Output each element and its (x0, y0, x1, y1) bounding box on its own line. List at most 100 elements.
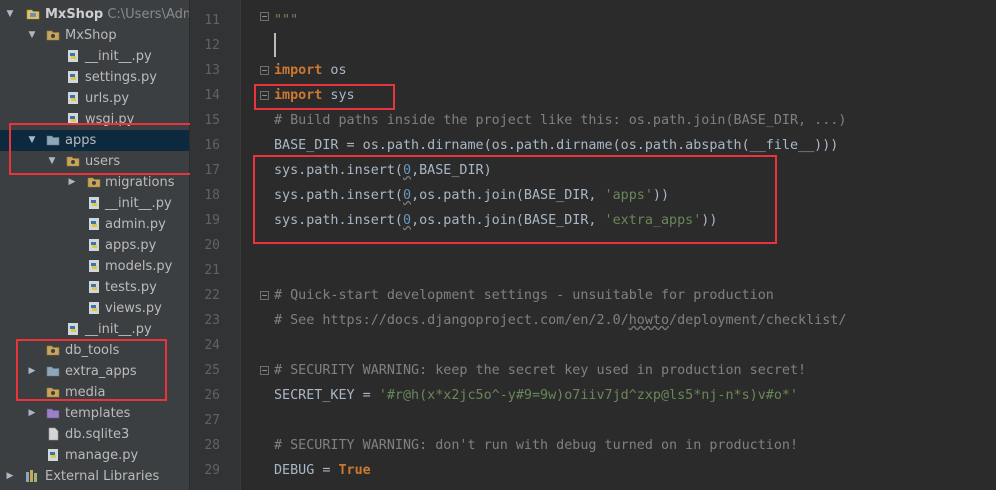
fold-marker-icon[interactable] (260, 291, 269, 300)
python-file-icon (89, 197, 99, 209)
tree-label: urls.py (85, 91, 130, 106)
line-number: 27 (204, 413, 220, 428)
tree-item-apps-py[interactable]: apps.py (0, 235, 189, 256)
collapse-arrow-icon[interactable]: ▶ (66, 172, 78, 193)
code-line-11: """ (274, 8, 298, 33)
code-line-22: # Quick-start development settings - uns… (274, 288, 774, 303)
tree-item-tests-py[interactable]: tests.py (0, 277, 189, 298)
tree-item-settings-py[interactable]: settings.py (0, 67, 189, 88)
collapse-arrow-icon[interactable]: ▶ (4, 466, 16, 487)
fold-marker-icon[interactable] (260, 66, 269, 75)
project-name: MxShop (45, 7, 104, 22)
tree-label: models.py (105, 259, 173, 274)
code-line-13: import os (274, 58, 347, 83)
line-number: 29 (204, 463, 220, 478)
line-number: 25 (204, 363, 220, 378)
tree-label: apps.py (105, 238, 157, 253)
python-file-icon (48, 449, 58, 461)
library-icon (26, 470, 37, 482)
tree-label: __init__.py (85, 49, 152, 64)
tree-item-views-py[interactable]: views.py (0, 298, 189, 319)
python-file-icon (89, 302, 99, 314)
tree-item-init-py[interactable]: __init__.py (0, 46, 189, 67)
line-number: 23 (204, 313, 220, 328)
tree-item-db-sqlite3[interactable]: db.sqlite3 (0, 424, 189, 445)
keyword: True (338, 463, 371, 478)
highlight-box-import-sys (254, 84, 395, 110)
line-number: 21 (204, 263, 220, 278)
line-number: 26 (204, 388, 220, 403)
expand-arrow-icon[interactable]: ▼ (26, 25, 38, 46)
tree-item-models-py[interactable]: models.py (0, 256, 189, 277)
tree-label: __init__.py (85, 322, 152, 337)
tree-label: External Libraries (45, 469, 160, 484)
file-icon (48, 427, 59, 441)
line-number: 18 (204, 188, 220, 203)
line-number-gutter: 11 12 13 14 15 16 17 18 19 20 21 22 23 2… (190, 0, 241, 490)
tree-label: templates (65, 406, 131, 421)
python-file-icon (68, 71, 78, 83)
line-number: 20 (204, 238, 220, 253)
tree-label: __init__.py (105, 196, 172, 211)
tree-item-templates[interactable]: ▶ templates (0, 403, 189, 424)
tree-item-urls-py[interactable]: urls.py (0, 88, 189, 109)
tree-item-mxshop[interactable]: ▼ MxShop (0, 25, 189, 46)
templates-folder-icon (46, 408, 60, 419)
fold-marker-icon[interactable] (260, 12, 269, 21)
comment-text: # See https://docs.djangoproject.com/en/… (274, 313, 629, 328)
expand-arrow-icon[interactable]: ▼ (4, 4, 16, 25)
highlight-box-sys-path (253, 155, 777, 244)
tree-label: views.py (105, 301, 162, 316)
folder-icon (26, 9, 40, 20)
python-file-icon (89, 239, 99, 251)
tree-item-manage-py[interactable]: manage.py (0, 445, 189, 466)
tree-label: manage.py (65, 448, 139, 463)
line-number: 24 (204, 338, 220, 353)
code-line-26: SECRET_KEY = '#r@h(x*x2jc5o^-y#9=9w)o7ii… (274, 383, 798, 408)
line-number: 12 (204, 38, 220, 53)
tree-item-init-py[interactable]: __init__.py (0, 319, 189, 340)
python-file-icon (89, 281, 99, 293)
text-cursor (274, 33, 276, 57)
tree-item-project-root[interactable]: ▼ MxShop C:\Users\Admi (0, 4, 189, 25)
tree-label: settings.py (85, 70, 157, 85)
tree-item-migrations[interactable]: ▶ migrations (0, 172, 189, 193)
code-line-15: # Build paths inside the project like th… (274, 113, 847, 128)
code-line-28: # SECURITY WARNING: don't run with debug… (274, 438, 799, 453)
keyword: import (274, 63, 323, 78)
tree-item-admin-py[interactable]: admin.py (0, 214, 189, 235)
code-editor[interactable]: """ import os import sys # Build paths i… (241, 0, 996, 490)
module-name: os (322, 63, 347, 78)
code-line-23: # See https://docs.djangoproject.com/en/… (274, 308, 846, 333)
project-tree-panel: ▼ MxShop C:\Users\Admi ▼ MxShop __init__… (0, 0, 190, 490)
tree-item-external-libraries[interactable]: ▶ External Libraries (0, 466, 189, 487)
package-folder-icon (87, 177, 101, 188)
tree-label: migrations (105, 175, 175, 190)
code-line-25: # SECURITY WARNING: keep the secret key … (274, 363, 807, 378)
line-number: 14 (204, 88, 220, 103)
comment-text: howto (628, 313, 670, 328)
line-number: 17 (204, 163, 220, 178)
tree-label: MxShop (65, 28, 117, 43)
python-file-icon (68, 323, 78, 335)
tree-label: tests.py (105, 280, 157, 295)
line-number: 22 (204, 288, 220, 303)
python-file-icon (89, 260, 99, 272)
highlight-box-apps (9, 123, 196, 175)
collapse-arrow-icon[interactable]: ▶ (26, 403, 38, 424)
line-number: 11 (204, 13, 220, 28)
project-path: C:\Users\Admi (107, 7, 189, 22)
code-text: DEBUG = (274, 463, 339, 478)
tree-label: db.sqlite3 (65, 427, 130, 442)
tree-label: admin.py (105, 217, 166, 232)
package-folder-icon (46, 30, 60, 41)
comment-text: /deployment/checklist/ (669, 313, 847, 328)
line-number: 19 (204, 213, 220, 228)
tree-item-init-py[interactable]: __init__.py (0, 193, 189, 214)
line-number: 16 (204, 138, 220, 153)
docstring-quote: """ (274, 13, 299, 28)
code-text: SECRET_KEY = (274, 388, 379, 403)
fold-marker-icon[interactable] (260, 366, 269, 375)
python-file-icon (68, 92, 78, 104)
line-number: 15 (204, 113, 220, 128)
